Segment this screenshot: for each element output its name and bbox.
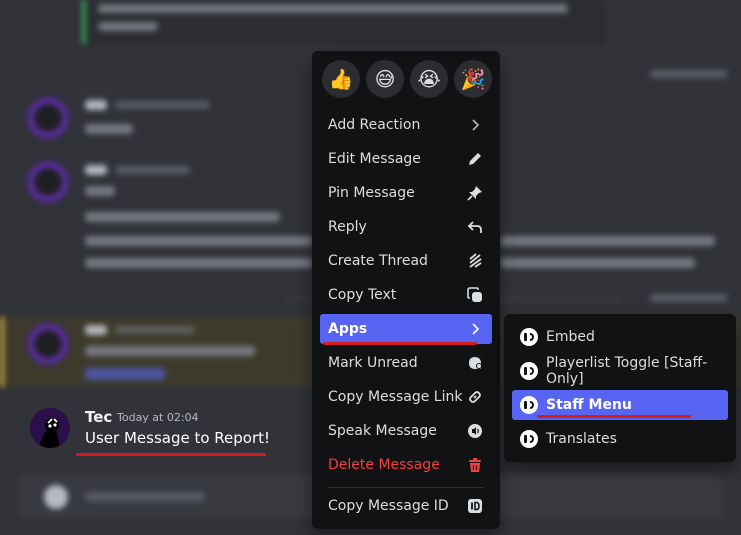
mark-unread-icon [466,354,484,372]
reaction-party-popper-button[interactable]: 🎉 [454,60,492,98]
menu-item-copy-message-link[interactable]: Copy Message Link [320,382,492,412]
menu-item-reply[interactable]: Reply [320,212,492,242]
menu-item-speak-message[interactable]: Speak Message [320,416,492,446]
message-timestamp: Today at 02:04 [117,411,199,424]
reaction-thumbs-up-button[interactable]: 👍 [322,60,360,98]
chevron-right-icon [466,116,484,134]
menu-item-label: Apps [328,321,368,337]
pin-icon [466,184,484,202]
app-item-label: Translates [546,431,617,447]
menu-item-label: Add Reaction [328,117,421,133]
party-popper-icon: 🎉 [460,67,486,91]
menu-item-label: Edit Message [328,151,421,167]
message-context-menu: 👍 😅 😭 🎉 Add Reaction Edit Message Pin Me… [312,51,500,529]
loudly-crying-icon: 😭 [417,67,441,91]
app-item-label: Playerlist Toggle [Staff-Only] [546,355,708,387]
sweat-smile-icon: 😅 [374,67,396,91]
menu-item-label: Copy Message ID [328,498,449,514]
menu-item-label: Copy Message Link [328,389,463,405]
reaction-loudly-crying-button[interactable]: 😭 [410,60,448,98]
pencil-icon [466,150,484,168]
menu-divider [328,487,484,488]
reply-arrow-icon [466,218,484,236]
quick-reactions: 👍 😅 😭 🎉 [322,60,492,98]
app-item-label: Embed [546,329,595,345]
trash-icon [466,456,484,474]
menu-item-label: Copy Text [328,287,397,303]
chevron-right-icon [466,320,484,338]
menu-item-copy-message-id[interactable]: Copy Message ID [320,491,492,521]
annotation-underline-message [76,453,266,456]
menu-item-label: Delete Message [328,457,440,473]
app-item-label: Staff Menu [546,397,632,413]
message-content: User Message to Report! [85,429,271,447]
menu-item-add-reaction[interactable]: Add Reaction [320,110,492,140]
thread-icon [466,252,484,270]
menu-item-delete-message[interactable]: Delete Message [320,450,492,480]
avatar[interactable] [30,408,70,448]
menu-item-label: Mark Unread [328,355,418,371]
app-bot-logo-icon [520,396,538,414]
menu-item-edit-message[interactable]: Edit Message [320,144,492,174]
blurred-embed [82,0,606,44]
app-item-translates[interactable]: Translates [512,424,728,454]
link-icon [466,388,484,406]
menu-item-label: Speak Message [328,423,437,439]
menu-item-label: Pin Message [328,185,415,201]
speak-icon [466,422,484,440]
menu-item-create-thread[interactable]: Create Thread [320,246,492,276]
menu-item-pin-message[interactable]: Pin Message [320,178,492,208]
app-item-playerlist-toggle[interactable]: Playerlist Toggle [Staff-Only] [512,355,728,387]
annotation-underline-apps [323,342,477,345]
app-bot-logo-icon [520,328,538,346]
app-bot-logo-icon [520,362,538,380]
menu-item-label: Reply [328,219,367,235]
menu-item-copy-text[interactable]: Copy Text [320,280,492,310]
app-item-embed[interactable]: Embed [512,322,728,352]
reaction-sweat-smile-button[interactable]: 😅 [366,60,404,98]
menu-item-mark-unread[interactable]: Mark Unread [320,348,492,378]
message-author[interactable]: Tec [85,408,112,426]
thumbs-up-icon: 👍 [328,67,354,91]
annotation-underline-staff-menu [537,415,691,418]
copy-icon [466,286,484,304]
app-bot-logo-icon [520,430,538,448]
menu-item-label: Create Thread [328,253,428,269]
menu-item-apps[interactable]: Apps [320,314,492,344]
id-icon [466,497,484,515]
apps-submenu: Embed Playerlist Toggle [Staff-Only] Sta… [504,314,736,462]
